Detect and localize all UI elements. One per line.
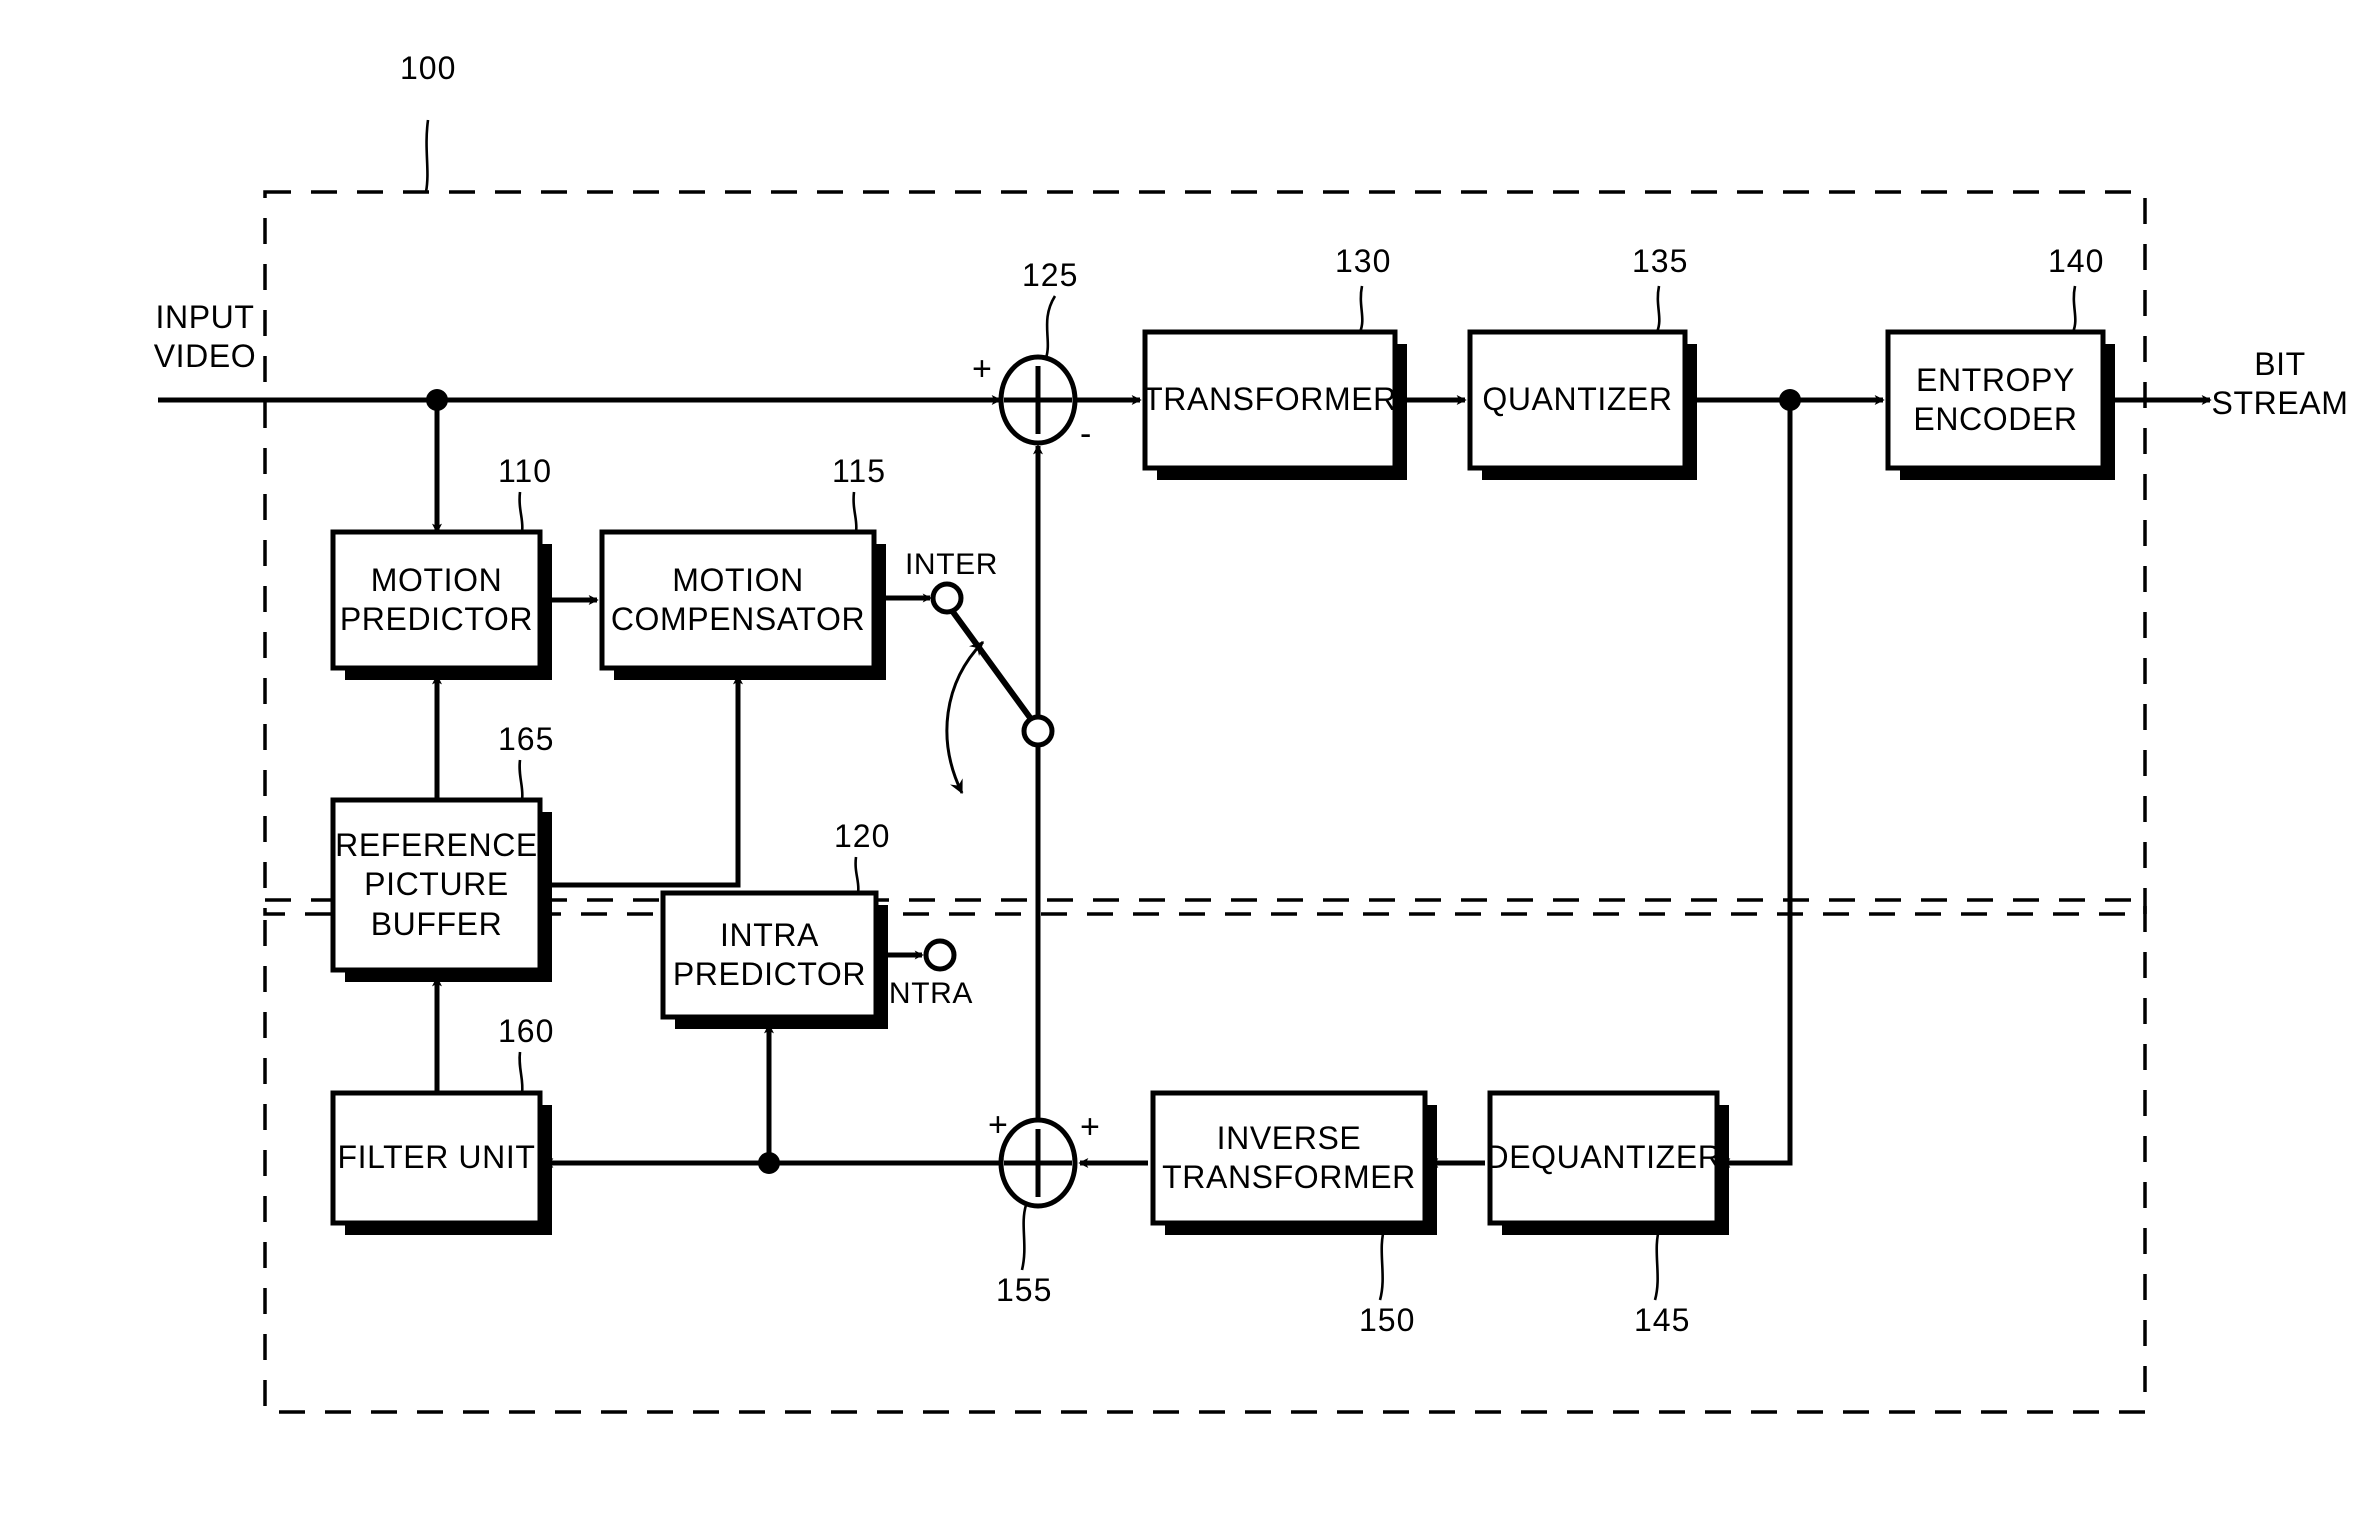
inter-port-label: INTER: [905, 548, 998, 581]
leader-110: [518, 491, 524, 533]
adder-155-plus-right-sign: +: [1080, 1108, 1100, 1146]
leader-145: [1653, 1225, 1662, 1301]
box-inverse-transformer: [1150, 1090, 1428, 1226]
figure-canvas: MOTION PREDICTOR MOTION COMPENSATOR INTR…: [0, 0, 2380, 1522]
ref-number-165: 165: [498, 721, 555, 757]
input-video-line2: VIDEO: [153, 338, 257, 375]
ref-number-160: 160: [498, 1013, 555, 1049]
switch-node-inter: [930, 581, 964, 615]
ref-number-130: 130: [1335, 243, 1392, 279]
ref-number-115: 115: [832, 453, 887, 489]
box-filter-unit: [330, 1090, 543, 1226]
bit-stream-label: BIT STREAM: [2200, 345, 2360, 423]
ref-number-100: 100: [400, 50, 457, 86]
ref-number-150: 150: [1359, 1302, 1416, 1338]
input-video-line1: INPUT: [155, 299, 255, 335]
ref-number-135: 135: [1632, 243, 1689, 279]
ref-number-155: 155: [996, 1272, 1053, 1308]
leader-115: [852, 491, 858, 533]
box-entropy-encoder: [1885, 329, 2106, 471]
adder-125-minus-sign: -: [1080, 415, 1092, 453]
adder-155-plus-top-sign: +: [988, 1106, 1008, 1144]
switch-node-common: [1021, 714, 1055, 748]
ref-number-125: 125: [1022, 257, 1079, 293]
box-transformer: [1142, 329, 1398, 471]
adder-125-plus-sign: +: [972, 350, 992, 388]
leader-130: [1358, 285, 1364, 333]
box-dequantizer: [1487, 1090, 1720, 1226]
leader-140: [2071, 285, 2077, 333]
intra-port-label: INTRA: [880, 977, 973, 1010]
ref-number-145: 145: [1634, 1302, 1691, 1338]
leader-150: [1378, 1225, 1387, 1301]
bit-stream-line2: STREAM: [2211, 385, 2349, 422]
leader-120: [854, 856, 860, 894]
box-intra-predictor: [660, 890, 879, 1020]
switch-node-intra: [923, 938, 957, 972]
leader-165: [518, 759, 524, 801]
wire-quantizer-to-dequantizer: [1720, 400, 1793, 1168]
ref-number-120: 120: [834, 818, 891, 854]
box-reference-picture-buffer: [330, 797, 543, 973]
leader-155: [1020, 1204, 1028, 1271]
leader-135: [1655, 285, 1661, 333]
switch-motion-arc: [945, 640, 985, 795]
bit-stream-line1: BIT: [2254, 346, 2306, 382]
box-motion-predictor: [330, 529, 543, 671]
ref-number-140: 140: [2048, 243, 2105, 279]
box-quantizer: [1467, 329, 1688, 471]
leader-100: [424, 119, 430, 193]
box-motion-compensator: [599, 529, 877, 671]
input-video-label: INPUT VIDEO: [140, 298, 270, 376]
leader-160: [518, 1051, 524, 1094]
block-diagram-svg: [158, 119, 2212, 1414]
ref-number-110: 110: [498, 453, 553, 489]
wire-refbuffer-to-motion-compensator: [540, 674, 743, 888]
leader-125: [1044, 295, 1057, 359]
